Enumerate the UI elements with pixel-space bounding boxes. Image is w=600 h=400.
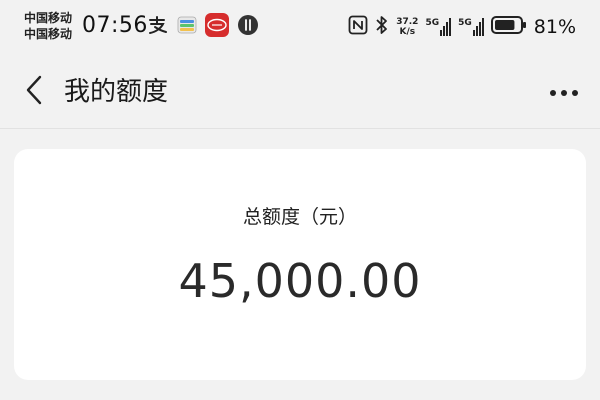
network-speed: 37.2 K/s xyxy=(396,17,418,37)
system-icons: 37.2 K/s 5G 5G 81% xyxy=(348,12,576,42)
signal-5g-icon: 5G xyxy=(458,18,484,36)
back-button[interactable] xyxy=(16,72,52,112)
notification-badge-icon xyxy=(237,14,259,40)
nfc-icon xyxy=(348,15,368,39)
chevron-left-icon xyxy=(23,74,45,110)
network-speed-unit: K/s xyxy=(399,27,416,37)
total-limit-label: 总额度（元） xyxy=(242,206,357,228)
more-horizontal-icon xyxy=(548,83,580,102)
nav-bar: 我的额度 xyxy=(0,56,600,129)
status-bar: 中国移动 中国移动 07:56 37.2 K/s 5G 5G 81% xyxy=(0,0,600,56)
battery-percent: 81% xyxy=(533,16,576,38)
signal-1-label: 5G xyxy=(425,18,440,28)
byd-app-icon xyxy=(205,13,229,41)
more-options-button[interactable] xyxy=(544,74,584,110)
notification-icons xyxy=(147,13,259,41)
carrier-2-label: 中国移动 xyxy=(24,27,73,41)
page-title: 我的额度 xyxy=(64,77,169,107)
bluetooth-icon xyxy=(375,15,389,39)
credit-limit-card: 总额度（元） 45,000.00 xyxy=(14,149,586,380)
carrier-1-label: 中国移动 xyxy=(24,11,73,25)
battery-icon xyxy=(490,15,527,39)
network-speed-value: 37.2 xyxy=(396,17,419,27)
status-clock: 07:56 xyxy=(82,13,148,38)
signal-2-label: 5G xyxy=(458,18,472,28)
signal-5g-icon: 5G xyxy=(425,18,452,36)
total-limit-amount: 45,000.00 xyxy=(178,254,422,308)
carrier-info: 中国移动 中国移动 xyxy=(24,10,72,42)
alipay-icon xyxy=(147,15,169,39)
wallet-card-icon xyxy=(177,15,197,39)
